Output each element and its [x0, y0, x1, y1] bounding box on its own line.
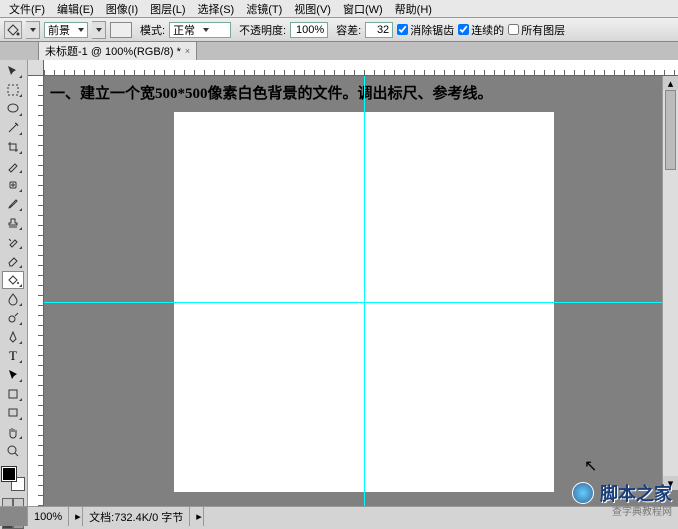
history-brush-tool[interactable]: [2, 233, 24, 251]
status-bar: 100% ▸ 文档:732.4K/0 字节 ▸: [0, 506, 678, 526]
lasso-tool[interactable]: [2, 100, 24, 118]
close-icon[interactable]: ×: [185, 46, 190, 56]
menu-bar: 文件(F) 编辑(E) 图像(I) 图层(L) 选择(S) 滤镜(T) 视图(V…: [0, 0, 678, 18]
mode-label: 模式:: [140, 22, 165, 38]
doc-size: 文档:732.4K/0 字节: [83, 507, 190, 526]
contiguous-checkbox[interactable]: 连续的: [458, 22, 504, 38]
brush-tool[interactable]: [2, 195, 24, 213]
scroll-up-icon[interactable]: ▴: [663, 76, 678, 90]
options-bar: 模式: 不透明度: 容差: 消除锯齿 连续的 所有图层: [0, 18, 678, 42]
workspace: 一、建立一个宽500*500像素白色背景的文件。调出标尺、参考线。 ↖ ▴ ▾: [28, 60, 678, 506]
status-pad: [0, 507, 28, 526]
path-select-tool[interactable]: [2, 366, 24, 384]
canvas-area[interactable]: 一、建立一个宽500*500像素白色背景的文件。调出标尺、参考线。 ↖: [44, 76, 678, 506]
color-swatches[interactable]: [2, 467, 25, 491]
ruler-horizontal[interactable]: [44, 60, 678, 76]
hand-tool[interactable]: [2, 423, 24, 441]
cursor-icon: ↖: [584, 456, 597, 476]
blend-mode-select[interactable]: [169, 22, 231, 38]
zoom-level[interactable]: 100%: [28, 507, 69, 526]
tool-preset-dropdown[interactable]: [26, 21, 40, 39]
notes-tool[interactable]: [2, 404, 24, 422]
eraser-tool[interactable]: [2, 252, 24, 270]
instruction-text: 一、建立一个宽500*500像素白色背景的文件。调出标尺、参考线。: [50, 82, 493, 103]
healing-tool[interactable]: [2, 176, 24, 194]
menu-view[interactable]: 视图(V): [289, 0, 336, 19]
move-tool[interactable]: [2, 62, 24, 80]
scroll-thumb[interactable]: [665, 90, 676, 170]
menu-file[interactable]: 文件(F): [4, 0, 50, 19]
marquee-tool[interactable]: [2, 81, 24, 99]
pen-tool[interactable]: [2, 328, 24, 346]
ruler-origin[interactable]: [28, 60, 44, 76]
menu-select[interactable]: 选择(S): [193, 0, 240, 19]
zoom-tool[interactable]: [2, 442, 24, 460]
eyedropper-tool[interactable]: [2, 157, 24, 175]
menu-window[interactable]: 窗口(W): [338, 0, 388, 19]
pattern-picker[interactable]: [92, 21, 106, 39]
blur-tool[interactable]: [2, 290, 24, 308]
all-layers-checkbox[interactable]: 所有图层: [508, 22, 565, 38]
opacity-input[interactable]: [290, 22, 328, 38]
ruler-vertical[interactable]: [28, 76, 44, 506]
antialias-checkbox[interactable]: 消除锯齿: [397, 22, 454, 38]
bucket-tool[interactable]: [2, 271, 24, 289]
menu-help[interactable]: 帮助(H): [390, 0, 437, 19]
guide-horizontal[interactable]: [44, 302, 678, 303]
menu-edit[interactable]: 编辑(E): [52, 0, 99, 19]
fill-source-select[interactable]: [44, 22, 88, 38]
menu-layer[interactable]: 图层(L): [145, 0, 190, 19]
document-tabs: 未标题-1 @ 100%(RGB/8) *×: [0, 42, 678, 60]
status-arrow-icon[interactable]: ▸: [69, 507, 83, 526]
document-tab[interactable]: 未标题-1 @ 100%(RGB/8) *×: [38, 41, 197, 60]
scrollbar-vertical[interactable]: ▴ ▾: [662, 76, 678, 490]
menu-filter[interactable]: 滤镜(T): [241, 0, 287, 19]
dodge-tool[interactable]: [2, 309, 24, 327]
stamp-tool[interactable]: [2, 214, 24, 232]
watermark-sub: 查字典教程网: [612, 503, 672, 518]
watermark-logo-icon: [572, 482, 594, 504]
tolerance-label: 容差:: [336, 22, 361, 38]
menu-image[interactable]: 图像(I): [101, 0, 143, 19]
bucket-tool-icon[interactable]: [4, 21, 22, 39]
guide-vertical[interactable]: [364, 76, 365, 506]
shape-tool[interactable]: [2, 385, 24, 403]
type-tool[interactable]: T: [2, 347, 24, 365]
opacity-label: 不透明度:: [239, 22, 286, 38]
wand-tool[interactable]: [2, 119, 24, 137]
pattern-swatch[interactable]: [110, 22, 132, 38]
foreground-swatch[interactable]: [2, 467, 16, 481]
toolbox: T: [0, 60, 28, 506]
status-menu-icon[interactable]: ▸: [190, 507, 204, 526]
tolerance-input[interactable]: [365, 22, 393, 38]
crop-tool[interactable]: [2, 138, 24, 156]
